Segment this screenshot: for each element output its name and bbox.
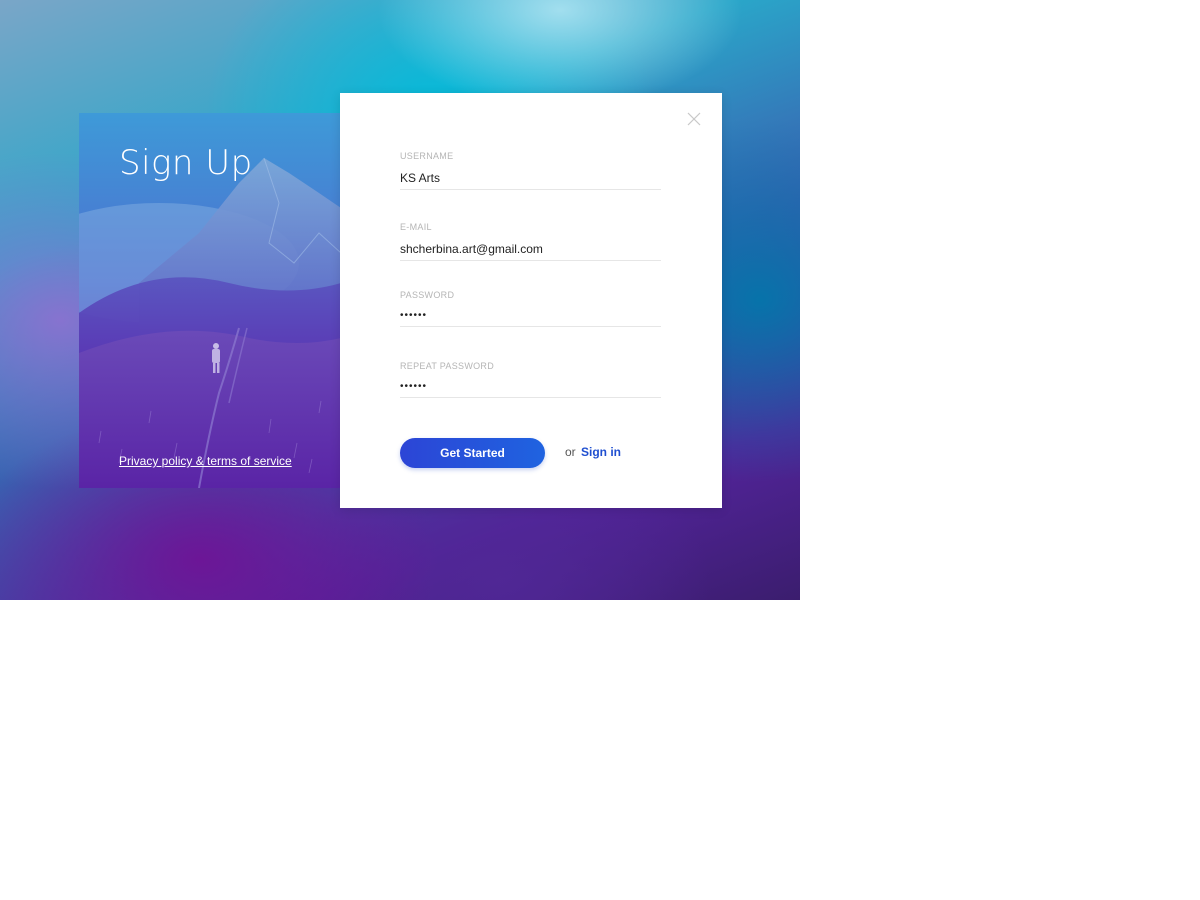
email-field-group: E-MAIL: [400, 222, 661, 261]
signup-form-card: USERNAME E-MAIL PASSWORD REPEAT PASSWORD…: [340, 93, 722, 508]
username-field-group: USERNAME: [400, 151, 661, 190]
username-input[interactable]: [400, 171, 661, 190]
password-field-group: PASSWORD: [400, 290, 661, 327]
privacy-terms-link[interactable]: Privacy policy & terms of service: [119, 454, 292, 468]
signup-image-panel: Sign Up Privacy policy & terms of servic…: [79, 113, 341, 488]
email-label: E-MAIL: [400, 222, 432, 232]
close-button[interactable]: [686, 111, 702, 127]
email-input[interactable]: [400, 242, 661, 261]
password-label: PASSWORD: [400, 290, 455, 300]
signin-link[interactable]: Sign in: [581, 445, 621, 459]
signin-prefix: or: [565, 445, 576, 459]
repeat-password-label: REPEAT PASSWORD: [400, 361, 495, 371]
password-input[interactable]: [400, 310, 661, 327]
close-icon: [687, 112, 701, 126]
repeat-password-field-group: REPEAT PASSWORD: [400, 361, 661, 398]
repeat-password-input[interactable]: [400, 381, 661, 398]
signin-prompt: or Sign in: [565, 445, 621, 459]
blurred-background: Sign Up Privacy policy & terms of servic…: [0, 0, 800, 600]
get-started-button[interactable]: Get Started: [400, 438, 545, 468]
username-label: USERNAME: [400, 151, 454, 161]
page-title: Sign Up: [119, 143, 253, 183]
